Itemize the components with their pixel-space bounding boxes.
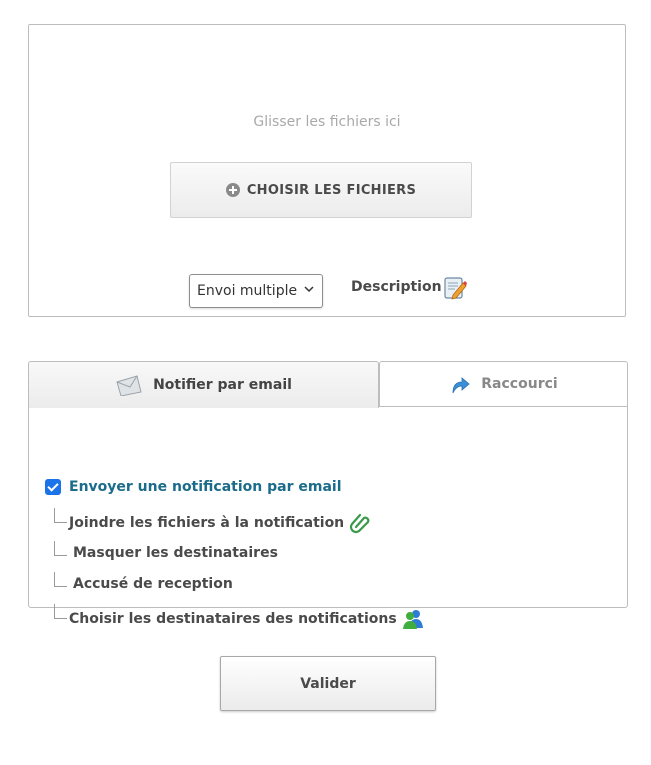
attach-files-label: Joindre les fichiers à la notification bbox=[69, 515, 345, 531]
choose-files-button[interactable]: CHOISIR LES FICHIERS bbox=[170, 162, 472, 218]
hide-recipients-option[interactable]: Masquer les destinataires bbox=[54, 541, 278, 561]
edit-note-icon[interactable] bbox=[443, 276, 467, 300]
send-mode-value: Envoi multiple bbox=[197, 283, 298, 299]
options-tabs: Envoyer une notification par email Joind… bbox=[28, 361, 628, 629]
chevron-down-icon bbox=[304, 286, 314, 293]
tree-connector bbox=[54, 572, 67, 587]
tab-panel-email: Envoyer une notification par email Joind… bbox=[28, 406, 628, 629]
hide-recipients-label: Masquer les destinataires bbox=[73, 545, 278, 561]
read-receipt-option[interactable]: Accusé de reception bbox=[54, 572, 233, 592]
attach-files-option[interactable]: Joindre les fichiers à la notification bbox=[54, 508, 371, 534]
description-label: Description bbox=[351, 279, 442, 295]
tab-notify-email[interactable]: Notifier par email bbox=[28, 361, 379, 408]
send-notification-option[interactable]: Envoyer une notification par email bbox=[45, 479, 342, 495]
tree-connector bbox=[54, 508, 67, 523]
read-receipt-label: Accusé de reception bbox=[73, 576, 233, 592]
file-drop-zone[interactable]: Glisser les fichiers ici CHOISIR LES FIC… bbox=[28, 24, 626, 317]
tree-connector bbox=[54, 604, 67, 619]
paperclip-icon bbox=[350, 513, 370, 534]
choose-files-label: CHOISIR LES FICHIERS bbox=[246, 182, 417, 198]
share-arrow-icon bbox=[452, 377, 470, 394]
send-notification-label: Envoyer une notification par email bbox=[69, 479, 342, 495]
tab-notify-email-label: Notifier par email bbox=[153, 377, 292, 393]
tree-connector bbox=[54, 541, 67, 556]
validate-button[interactable]: Valider bbox=[220, 656, 436, 711]
send-mode-select[interactable]: Envoi multiple bbox=[189, 274, 323, 308]
choose-recipients-label: Choisir les destinataires des notificati… bbox=[69, 611, 397, 627]
users-icon[interactable] bbox=[401, 608, 425, 630]
plus-circle-icon bbox=[225, 183, 240, 197]
send-notification-checkbox[interactable] bbox=[45, 479, 61, 495]
tab-shortcut[interactable]: Raccourci bbox=[379, 361, 628, 407]
choose-recipients-option[interactable]: Choisir les destinataires des notificati… bbox=[54, 604, 425, 630]
tab-shortcut-label: Raccourci bbox=[481, 376, 558, 392]
drop-hint: Glisser les fichiers ici bbox=[253, 114, 401, 130]
validate-label: Valider bbox=[300, 675, 356, 692]
envelope-icon bbox=[116, 375, 142, 396]
